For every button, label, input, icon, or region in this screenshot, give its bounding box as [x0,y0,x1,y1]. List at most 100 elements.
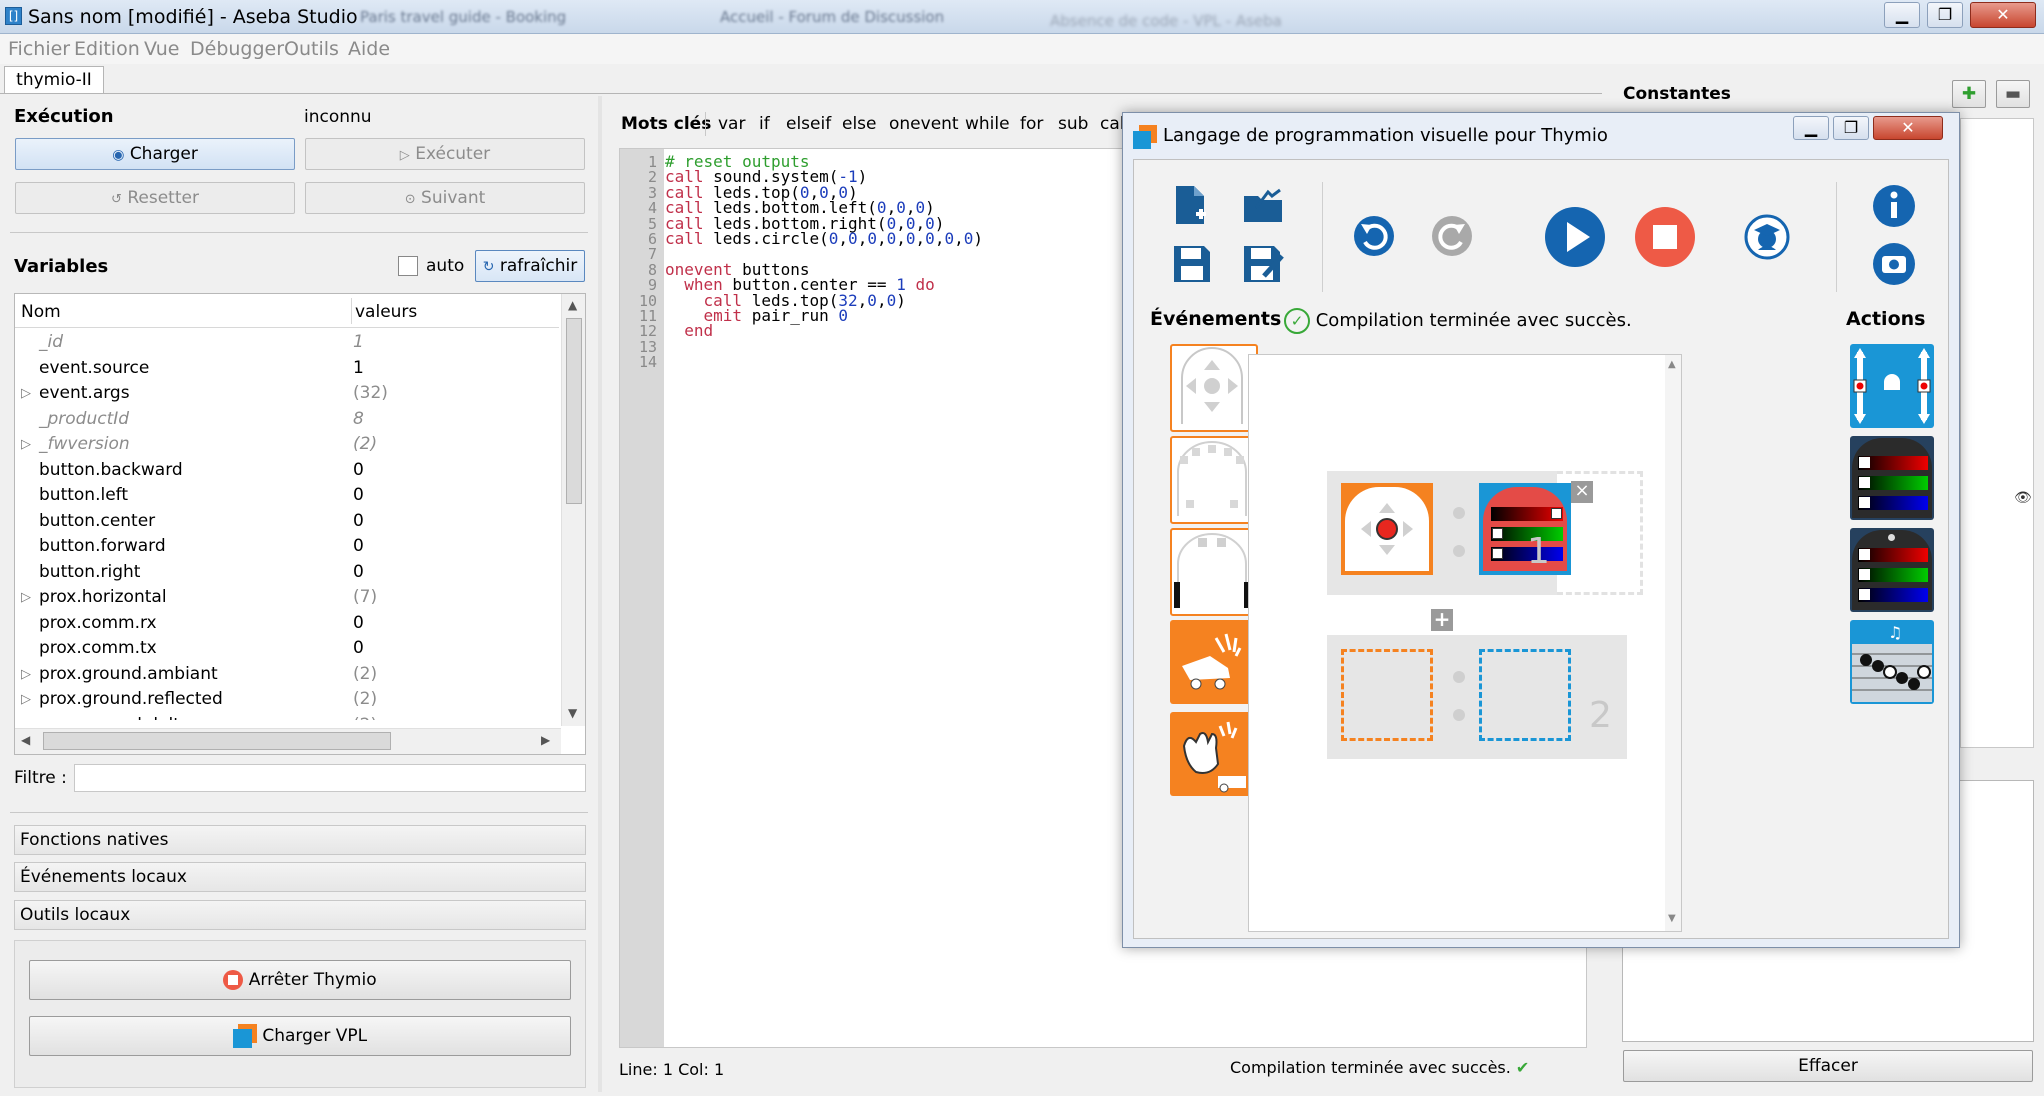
variable-row[interactable]: ▷ prox.ground.ambiant (2) [15,662,559,687]
vpl-minimize-button[interactable]: ▁ [1793,116,1829,140]
action-motors-tile[interactable] [1850,344,1934,428]
expand-arrow-icon[interactable]: ▷ [21,687,31,712]
tab-thymio[interactable]: thymio-II [4,66,104,94]
col-values-header[interactable]: valeurs [355,302,417,322]
kw-if[interactable]: if [759,114,770,134]
vertical-scrollbar[interactable]: ▲ ▼ [561,294,585,726]
new-file-icon[interactable] [1172,184,1212,228]
kw-sub[interactable]: sub [1058,114,1088,134]
scene-scrollbar[interactable]: ▲ ▼ [1665,355,1681,931]
variable-value[interactable]: 1 [353,330,364,355]
save-as-icon[interactable] [1242,244,1286,284]
add-constant-button[interactable]: ✚ [1952,80,1986,108]
event-prox-tile[interactable] [1170,436,1258,524]
open-file-icon[interactable] [1242,186,1286,226]
background-tab[interactable]: Paris travel guide - Booking [360,8,620,26]
vpl-close-button[interactable]: ✕ [1873,116,1943,140]
variable-row[interactable]: ▷ prox.ground.reflected (2) [15,687,559,712]
variable-row[interactable]: _id 1 [15,330,559,355]
section-fonctions-natives[interactable]: Fonctions natives [14,825,586,855]
program-row-1[interactable] [1327,471,1571,595]
event-clap-tile[interactable] [1170,712,1254,796]
empty-action-slot[interactable] [1479,649,1571,741]
menu-vue[interactable]: Vue [144,38,179,60]
variable-row[interactable]: prox.comm.rx 0 [15,611,559,636]
program-scene[interactable]: ▲ ▼ × 1 + 2 [1248,354,1682,932]
section-evenements-locaux[interactable]: Événements locaux [14,862,586,892]
variable-value[interactable]: (2) [353,662,377,687]
scroll-thumb[interactable] [566,318,582,504]
section-outils-locaux[interactable]: Outils locaux [14,900,586,930]
menu-edition[interactable]: Edition [74,38,140,60]
vpl-maximize-button[interactable]: ❐ [1833,116,1869,140]
kw-while[interactable]: while [965,114,1010,134]
variable-row[interactable]: ▷ prox.horizontal (7) [15,585,559,610]
col-name-header[interactable]: Nom [21,302,61,322]
kw-call[interactable]: cal [1100,114,1125,134]
variable-value[interactable]: 0 [353,636,364,661]
stop-thymio-button[interactable]: Arrêter Thymio [29,960,571,1000]
scroll-down-arrow[interactable]: ▼ [568,706,577,720]
expand-arrow-icon[interactable]: ▷ [21,381,31,406]
splitter[interactable] [598,96,602,1092]
screenshot-icon[interactable] [1872,242,1916,286]
expand-arrow-icon[interactable]: ▷ [21,713,31,721]
variable-value[interactable]: (2) [353,432,377,457]
executer-button[interactable]: ▷ Exécuter [305,138,585,170]
horizontal-scrollbar[interactable]: ◀ ▶ [15,728,561,754]
variable-value[interactable]: 0 [353,483,364,508]
variable-row[interactable]: _productId 8 [15,407,559,432]
variable-row[interactable]: button.forward 0 [15,534,559,559]
maximize-button[interactable]: ❐ [1927,2,1963,28]
filter-input[interactable] [74,764,586,792]
variable-row[interactable]: ▷ event.args (32) [15,381,559,406]
action-music-tile[interactable]: ♫ [1850,620,1934,704]
suivant-button[interactable]: ⊙ Suivant [305,182,585,214]
event-tap-tile[interactable] [1170,620,1254,704]
action-bottom-color-tile[interactable] [1850,528,1934,612]
variable-value[interactable]: 0 [353,509,364,534]
variable-row[interactable]: ▷ _fwversion (2) [15,432,559,457]
variable-row[interactable]: button.backward 0 [15,458,559,483]
refresh-button[interactable]: ↻ rafraîchir [475,250,585,282]
variable-row[interactable]: ▷ prox.ground.delta (2) [15,713,559,721]
add-row-button[interactable]: + [1431,609,1453,631]
variable-value[interactable]: (2) [353,713,377,721]
expand-arrow-icon[interactable]: ▷ [21,662,31,687]
redo-icon[interactable] [1430,214,1474,258]
background-tab[interactable]: Absence de code - VPL - Aseba [1050,12,1310,30]
variable-row[interactable]: prox.comm.tx 0 [15,636,559,661]
menu-debugger[interactable]: Débugger [190,38,284,60]
kw-for[interactable]: for [1020,114,1043,134]
kw-else[interactable]: else [842,114,877,134]
variable-value[interactable]: 0 [353,611,364,636]
expand-arrow-icon[interactable]: ▷ [21,585,31,610]
kw-elseif[interactable]: elseif [786,114,831,134]
empty-action-slot[interactable] [1557,471,1643,595]
auto-checkbox[interactable] [398,256,418,276]
kw-onevent[interactable]: onevent [889,114,959,134]
info-icon[interactable] [1872,184,1916,228]
advanced-mode-icon[interactable] [1744,214,1790,260]
variable-value[interactable]: (7) [353,585,377,610]
stop-icon[interactable] [1634,206,1696,268]
minimize-button[interactable]: ▁ [1884,2,1920,28]
scroll-up-arrow[interactable]: ▲ [568,298,577,312]
menu-outils[interactable]: Outils [284,38,339,60]
scroll-left-arrow[interactable]: ◀ [21,733,30,747]
program-row-2[interactable]: 2 [1327,635,1627,759]
variable-value[interactable]: 0 [353,560,364,585]
charger-button[interactable]: ◉ Charger [15,138,295,170]
eye-icon[interactable]: 👁 [2014,490,2032,506]
background-tab[interactable]: Accueil - Forum de Discussion [720,8,980,26]
play-icon[interactable] [1544,206,1606,268]
variable-value[interactable]: 0 [353,458,364,483]
event-ground-tile[interactable] [1170,528,1258,616]
variable-value[interactable]: 0 [353,534,364,559]
variable-row[interactable]: button.center 0 [15,509,559,534]
menu-aide[interactable]: Aide [348,38,390,60]
menu-fichier[interactable]: Fichier [8,38,70,60]
remove-constant-button[interactable]: ▬ [1996,80,2030,108]
variable-value[interactable]: 1 [353,356,364,381]
effacer-button[interactable]: Effacer [1623,1050,2033,1082]
